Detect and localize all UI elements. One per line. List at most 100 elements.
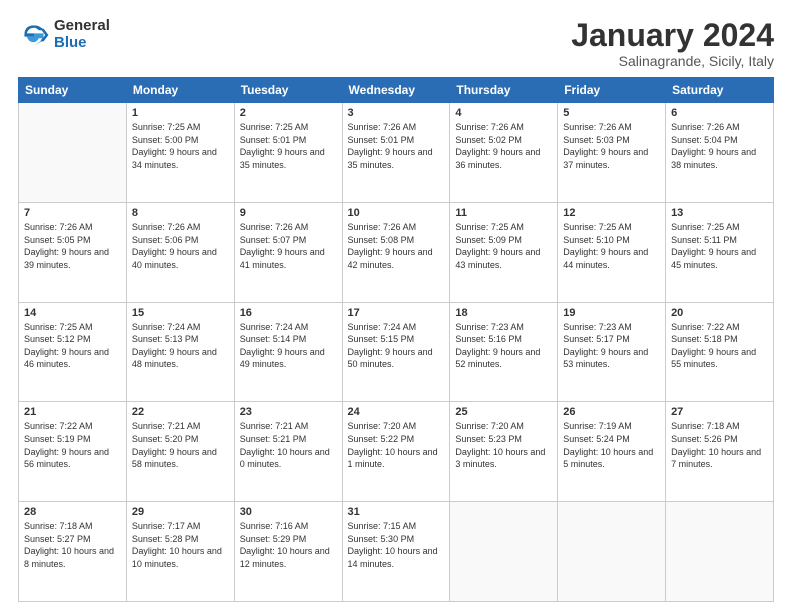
location: Salinagrande, Sicily, Italy bbox=[571, 53, 774, 69]
day-number: 21 bbox=[24, 406, 121, 418]
calendar-cell bbox=[19, 103, 127, 203]
calendar-cell: 13 Sunrise: 7:25 AMSunset: 5:11 PMDayligh… bbox=[666, 202, 774, 302]
calendar-body: 1Sunrise: 7:25 AMSunset: 5:00 PMDaylight… bbox=[19, 103, 774, 602]
calendar-cell: 25 Sunrise: 7:20 AMSunset: 5:23 PMDayligh… bbox=[450, 402, 558, 502]
calendar-cell: 22Sunrise: 7:21 AMSunset: 5:20 PMDayligh… bbox=[126, 402, 234, 502]
logo-blue: Blue bbox=[54, 35, 110, 52]
calendar-cell: 23 Sunrise: 7:21 AMSunset: 5:21 PMDayligh… bbox=[234, 402, 342, 502]
day-number: 3 bbox=[348, 107, 445, 119]
day-info: Sunrise: 7:25 AMSunset: 5:11 PMDaylight:… bbox=[671, 221, 768, 271]
week-row-2: 7 Sunrise: 7:26 AMSunset: 5:05 PMDaylight… bbox=[19, 202, 774, 302]
day-info: Sunrise: 7:26 AMSunset: 5:08 PMDaylight:… bbox=[348, 221, 445, 271]
calendar-cell: 31Sunrise: 7:15 AMSunset: 5:30 PMDayligh… bbox=[342, 502, 450, 602]
calendar-cell bbox=[558, 502, 666, 602]
month-title: January 2024 bbox=[571, 18, 774, 53]
calendar-cell: 16 Sunrise: 7:24 AMSunset: 5:14 PMDayligh… bbox=[234, 302, 342, 402]
day-info: Sunrise: 7:26 AMSunset: 5:06 PMDaylight:… bbox=[132, 221, 229, 271]
week-row-5: 28Sunrise: 7:18 AMSunset: 5:27 PMDayligh… bbox=[19, 502, 774, 602]
day-number: 30 bbox=[240, 506, 337, 518]
day-info: Sunrise: 7:26 AMSunset: 5:02 PMDaylight:… bbox=[455, 121, 552, 171]
calendar-table: Sunday Monday Tuesday Wednesday Thursday… bbox=[18, 77, 774, 602]
calendar-cell: 19Sunrise: 7:23 AMSunset: 5:17 PMDayligh… bbox=[558, 302, 666, 402]
calendar-cell: 17Sunrise: 7:24 AMSunset: 5:15 PMDayligh… bbox=[342, 302, 450, 402]
day-info: Sunrise: 7:20 AMSunset: 5:23 PMDaylight:… bbox=[455, 420, 552, 470]
calendar-cell: 9 Sunrise: 7:26 AMSunset: 5:07 PMDaylight… bbox=[234, 202, 342, 302]
day-number: 7 bbox=[24, 207, 121, 219]
day-info: Sunrise: 7:23 AMSunset: 5:17 PMDaylight:… bbox=[563, 321, 660, 371]
logo-text: General Blue bbox=[54, 18, 110, 51]
calendar-cell bbox=[666, 502, 774, 602]
calendar-cell: 15 Sunrise: 7:24 AMSunset: 5:13 PMDayligh… bbox=[126, 302, 234, 402]
day-info: Sunrise: 7:25 AMSunset: 5:09 PMDaylight:… bbox=[455, 221, 552, 271]
calendar-cell: 2 Sunrise: 7:25 AMSunset: 5:01 PMDaylight… bbox=[234, 103, 342, 203]
day-number: 25 bbox=[455, 406, 552, 418]
calendar-cell: 8Sunrise: 7:26 AMSunset: 5:06 PMDaylight… bbox=[126, 202, 234, 302]
logo-icon bbox=[18, 19, 50, 51]
day-info: Sunrise: 7:26 AMSunset: 5:07 PMDaylight:… bbox=[240, 221, 337, 271]
day-info: Sunrise: 7:15 AMSunset: 5:30 PMDaylight:… bbox=[348, 520, 445, 570]
week-row-3: 14 Sunrise: 7:25 AMSunset: 5:12 PMDayligh… bbox=[19, 302, 774, 402]
day-number: 17 bbox=[348, 307, 445, 319]
day-number: 20 bbox=[671, 307, 768, 319]
day-info: Sunrise: 7:19 AMSunset: 5:24 PMDaylight:… bbox=[563, 420, 660, 470]
calendar-cell: 21 Sunrise: 7:22 AMSunset: 5:19 PMDayligh… bbox=[19, 402, 127, 502]
day-info: Sunrise: 7:20 AMSunset: 5:22 PMDaylight:… bbox=[348, 420, 445, 470]
day-number: 5 bbox=[563, 107, 660, 119]
day-info: Sunrise: 7:26 AMSunset: 5:01 PMDaylight:… bbox=[348, 121, 445, 171]
calendar-cell: 7 Sunrise: 7:26 AMSunset: 5:05 PMDaylight… bbox=[19, 202, 127, 302]
day-number: 14 bbox=[24, 307, 121, 319]
calendar-cell: 5 Sunrise: 7:26 AMSunset: 5:03 PMDaylight… bbox=[558, 103, 666, 203]
calendar: Sunday Monday Tuesday Wednesday Thursday… bbox=[18, 77, 774, 602]
title-section: January 2024 Salinagrande, Sicily, Italy bbox=[571, 18, 774, 69]
col-saturday: Saturday bbox=[666, 78, 774, 103]
day-number: 22 bbox=[132, 406, 229, 418]
calendar-cell: 18Sunrise: 7:23 AMSunset: 5:16 PMDayligh… bbox=[450, 302, 558, 402]
calendar-cell: 24 Sunrise: 7:20 AMSunset: 5:22 PMDayligh… bbox=[342, 402, 450, 502]
calendar-cell: 6Sunrise: 7:26 AMSunset: 5:04 PMDaylight… bbox=[666, 103, 774, 203]
day-number: 23 bbox=[240, 406, 337, 418]
calendar-cell bbox=[450, 502, 558, 602]
day-number: 2 bbox=[240, 107, 337, 119]
day-info: Sunrise: 7:25 AMSunset: 5:10 PMDaylight:… bbox=[563, 221, 660, 271]
calendar-cell: 30 Sunrise: 7:16 AMSunset: 5:29 PMDayligh… bbox=[234, 502, 342, 602]
day-info: Sunrise: 7:24 AMSunset: 5:14 PMDaylight:… bbox=[240, 321, 337, 371]
calendar-cell: 10 Sunrise: 7:26 AMSunset: 5:08 PMDayligh… bbox=[342, 202, 450, 302]
day-info: Sunrise: 7:25 AMSunset: 5:00 PMDaylight:… bbox=[132, 121, 229, 171]
header: General Blue January 2024 Salinagrande, … bbox=[18, 18, 774, 69]
calendar-cell: 3 Sunrise: 7:26 AMSunset: 5:01 PMDaylight… bbox=[342, 103, 450, 203]
calendar-cell: 28Sunrise: 7:18 AMSunset: 5:27 PMDayligh… bbox=[19, 502, 127, 602]
col-thursday: Thursday bbox=[450, 78, 558, 103]
day-info: Sunrise: 7:25 AMSunset: 5:01 PMDaylight:… bbox=[240, 121, 337, 171]
calendar-cell: 26 Sunrise: 7:19 AMSunset: 5:24 PMDayligh… bbox=[558, 402, 666, 502]
calendar-cell: 14 Sunrise: 7:25 AMSunset: 5:12 PMDayligh… bbox=[19, 302, 127, 402]
week-row-4: 21 Sunrise: 7:22 AMSunset: 5:19 PMDayligh… bbox=[19, 402, 774, 502]
calendar-header: Sunday Monday Tuesday Wednesday Thursday… bbox=[19, 78, 774, 103]
day-info: Sunrise: 7:22 AMSunset: 5:18 PMDaylight:… bbox=[671, 321, 768, 371]
day-info: Sunrise: 7:16 AMSunset: 5:29 PMDaylight:… bbox=[240, 520, 337, 570]
day-info: Sunrise: 7:26 AMSunset: 5:05 PMDaylight:… bbox=[24, 221, 121, 271]
day-number: 28 bbox=[24, 506, 121, 518]
day-number: 24 bbox=[348, 406, 445, 418]
day-info: Sunrise: 7:25 AMSunset: 5:12 PMDaylight:… bbox=[24, 321, 121, 371]
day-number: 10 bbox=[348, 207, 445, 219]
day-info: Sunrise: 7:22 AMSunset: 5:19 PMDaylight:… bbox=[24, 420, 121, 470]
day-number: 9 bbox=[240, 207, 337, 219]
day-info: Sunrise: 7:26 AMSunset: 5:03 PMDaylight:… bbox=[563, 121, 660, 171]
day-info: Sunrise: 7:21 AMSunset: 5:21 PMDaylight:… bbox=[240, 420, 337, 470]
logo-general: General bbox=[54, 18, 110, 35]
day-number: 26 bbox=[563, 406, 660, 418]
day-number: 6 bbox=[671, 107, 768, 119]
calendar-cell: 20 Sunrise: 7:22 AMSunset: 5:18 PMDayligh… bbox=[666, 302, 774, 402]
page: General Blue January 2024 Salinagrande, … bbox=[0, 0, 792, 612]
col-friday: Friday bbox=[558, 78, 666, 103]
day-info: Sunrise: 7:24 AMSunset: 5:13 PMDaylight:… bbox=[132, 321, 229, 371]
day-info: Sunrise: 7:18 AMSunset: 5:26 PMDaylight:… bbox=[671, 420, 768, 470]
calendar-cell: 1Sunrise: 7:25 AMSunset: 5:00 PMDaylight… bbox=[126, 103, 234, 203]
day-number: 16 bbox=[240, 307, 337, 319]
calendar-cell: 4Sunrise: 7:26 AMSunset: 5:02 PMDaylight… bbox=[450, 103, 558, 203]
col-wednesday: Wednesday bbox=[342, 78, 450, 103]
calendar-cell: 29Sunrise: 7:17 AMSunset: 5:28 PMDayligh… bbox=[126, 502, 234, 602]
day-number: 15 bbox=[132, 307, 229, 319]
day-number: 13 bbox=[671, 207, 768, 219]
header-row: Sunday Monday Tuesday Wednesday Thursday… bbox=[19, 78, 774, 103]
